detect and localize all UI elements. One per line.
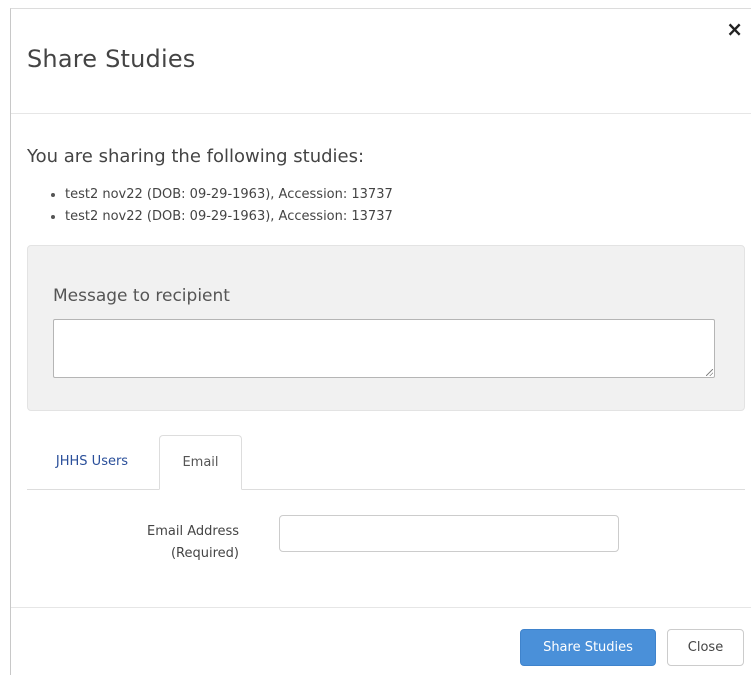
resize-grip-icon[interactable] <box>706 369 713 376</box>
study-list: test2 nov22 (DOB: 09-29-1963), Accession… <box>51 184 393 228</box>
message-label: Message to recipient <box>53 286 230 306</box>
studies-intro: You are sharing the following studies: <box>27 146 365 167</box>
share-studies-dialog: Share Studies × You are sharing the foll… <box>10 8 751 675</box>
list-item: test2 nov22 (DOB: 09-29-1963), Accession… <box>51 184 393 206</box>
study-item-text: test2 nov22 (DOB: 09-29-1963), Accession… <box>65 209 393 224</box>
footer-divider <box>11 607 751 608</box>
close-icon[interactable]: × <box>726 19 743 39</box>
dialog-header: Share Studies <box>11 9 751 114</box>
message-panel: Message to recipient <box>27 245 745 411</box>
tab-jhhs-users[interactable]: JHHS Users <box>27 435 157 489</box>
close-button[interactable]: Close <box>667 629 744 666</box>
tab-email[interactable]: Email <box>159 435 242 490</box>
email-label-line1: Email Address <box>147 524 239 539</box>
share-studies-button[interactable]: Share Studies <box>520 629 656 666</box>
message-textarea[interactable] <box>53 319 715 378</box>
email-address-label: Email Address (Required) <box>111 521 239 565</box>
dialog-title: Share Studies <box>27 45 196 73</box>
recipient-tabs: JHHS Users Email <box>27 435 745 490</box>
bullet-icon <box>51 193 55 197</box>
bullet-icon <box>51 215 55 219</box>
study-item-text: test2 nov22 (DOB: 09-29-1963), Accession… <box>65 187 393 202</box>
email-address-field[interactable] <box>279 515 619 552</box>
list-item: test2 nov22 (DOB: 09-29-1963), Accession… <box>51 206 393 228</box>
email-label-line2: (Required) <box>170 546 239 561</box>
